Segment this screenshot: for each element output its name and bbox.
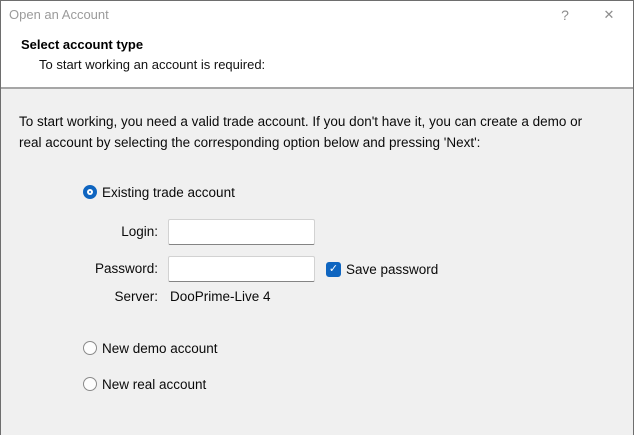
option-existing-label: Existing trade account <box>102 185 235 200</box>
radio-new-demo-account[interactable] <box>83 341 97 355</box>
page-title: Select account type <box>21 37 143 52</box>
password-label: Password: <box>1 256 158 282</box>
close-button[interactable]: ✕ <box>591 1 627 29</box>
intro-line-1: To start working, you need a valid trade… <box>19 111 621 132</box>
intro-text: To start working, you need a valid trade… <box>19 111 621 153</box>
password-input[interactable] <box>168 256 315 282</box>
intro-line-2: real account by selecting the correspond… <box>19 132 621 153</box>
help-icon: ? <box>561 7 569 23</box>
window-title: Open an Account <box>9 1 109 29</box>
save-password-checkbox[interactable]: ✓ <box>326 262 341 277</box>
close-icon: ✕ <box>604 7 615 23</box>
checkmark-icon: ✓ <box>329 264 338 275</box>
dialog-body: To start working, you need a valid trade… <box>1 89 633 435</box>
option-new-demo-account[interactable]: New demo account <box>83 340 218 356</box>
option-demo-label: New demo account <box>102 341 218 356</box>
save-password-label: Save password <box>346 262 438 277</box>
server-value: DooPrime-Live 4 <box>170 287 271 307</box>
page-subtitle: To start working an account is required: <box>39 57 265 72</box>
radio-new-real-account[interactable] <box>83 377 97 391</box>
radio-dot <box>87 189 93 195</box>
save-password-option[interactable]: ✓ Save password <box>326 256 438 282</box>
server-label: Server: <box>1 287 158 307</box>
option-real-label: New real account <box>102 377 206 392</box>
login-input[interactable] <box>168 219 315 245</box>
radio-existing-trade-account[interactable] <box>83 185 97 199</box>
title-bar: Open an Account ? ✕ <box>1 1 633 29</box>
login-label: Login: <box>1 219 158 245</box>
help-button[interactable]: ? <box>547 1 583 29</box>
option-new-real-account[interactable]: New real account <box>83 376 206 392</box>
option-existing-trade-account[interactable]: Existing trade account <box>83 184 235 200</box>
open-account-dialog: Open an Account ? ✕ Select account type … <box>0 0 634 435</box>
